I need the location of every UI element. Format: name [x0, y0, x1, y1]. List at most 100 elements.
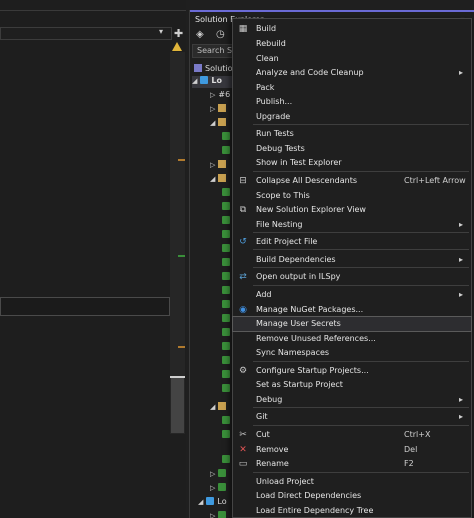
menu-item-sync-namespaces[interactable]: Sync Namespaces [233, 346, 471, 360]
tree-item[interactable]: ▷ #6 [210, 90, 230, 102]
menu-item-set-startup[interactable]: Set as Startup Project [233, 378, 471, 392]
menu-item-rebuild[interactable]: Rebuild [233, 37, 471, 51]
menu-item-debug-tests[interactable]: Debug Tests [233, 142, 471, 156]
tree-item[interactable]: ▷ [210, 511, 229, 518]
menu-item-clean[interactable]: Clean [233, 52, 471, 66]
menu-item-label: Git [256, 412, 268, 421]
menu-separator [253, 267, 469, 268]
menu-item-upgrade[interactable]: Upgrade [233, 110, 471, 124]
menu-item-label: Manage NuGet Packages... [256, 305, 364, 314]
menu-item-label: Pack [256, 83, 275, 92]
new-view-icon: ⧉ [239, 205, 247, 215]
menu-item-configure-startup[interactable]: ⚙ Configure Startup Projects... [233, 364, 471, 378]
menu-item-collapse-all[interactable]: ⊟ Collapse All Descendants Ctrl+Left Arr… [233, 174, 471, 188]
menu-item-pack[interactable]: Pack [233, 81, 471, 95]
chevron-down-icon[interactable]: ◢ [198, 498, 203, 506]
menu-separator [253, 425, 469, 426]
chevron-right-icon[interactable]: ▷ [210, 470, 215, 478]
menu-item-remove-unused-refs[interactable]: Remove Unused References... [233, 332, 471, 346]
cut-icon: ✂ [239, 430, 247, 440]
chevron-right-icon[interactable]: ▷ [210, 161, 215, 169]
chevron-down-icon[interactable]: ◢ [210, 403, 215, 411]
folder-icon [218, 402, 227, 410]
tree-item[interactable]: ◢ [210, 174, 229, 186]
csharp-file-icon [222, 356, 230, 364]
menu-item-debug[interactable]: Debug ▸ [233, 393, 471, 407]
scrollbar-thumb[interactable] [171, 378, 184, 433]
menu-item-manage-nuget[interactable]: ◉ Manage NuGet Packages... [233, 303, 471, 317]
menu-item-file-nesting[interactable]: File Nesting ▸ [233, 218, 471, 232]
menu-item-label: Rebuild [256, 39, 286, 48]
csharp-file-icon [218, 469, 227, 477]
menu-item-scope-to-this[interactable]: Scope to This [233, 189, 471, 203]
menu-item-label: Scope to This [256, 191, 310, 200]
gear-icon: ⚙ [238, 366, 248, 376]
menu-item-remove[interactable]: ✕ Remove Del [233, 443, 471, 457]
csharp-file-icon [222, 455, 230, 463]
csharp-file-icon [222, 272, 230, 280]
menu-item-label: Build [256, 24, 277, 33]
chevron-right-icon[interactable]: ▷ [210, 484, 215, 492]
tree-item[interactable]: ◢ [210, 402, 229, 414]
csharp-file-icon [222, 188, 230, 196]
menu-item-rename[interactable]: ▭ Rename F2 [233, 457, 471, 471]
csharp-file-icon [222, 430, 230, 438]
csharp-file-icon [222, 314, 230, 322]
menu-item-build[interactable]: ▦ Build [233, 22, 471, 36]
context-menu: ▦ Build Rebuild Clean Analyze and Code C… [232, 18, 472, 518]
menu-item-label: Analyze and Code Cleanup [256, 68, 364, 77]
menu-item-cut[interactable]: ✂ Cut Ctrl+X [233, 428, 471, 442]
menu-item-unload-project[interactable]: Unload Project [233, 475, 471, 489]
csharp-file-icon [218, 511, 227, 518]
menu-item-git[interactable]: Git ▸ [233, 410, 471, 424]
chevron-right-icon: ▸ [459, 220, 464, 229]
menu-item-publish[interactable]: Publish... [233, 95, 471, 109]
tree-item[interactable]: ▷ [210, 160, 229, 172]
chevron-right-icon[interactable]: ▷ [210, 512, 215, 518]
editor-field[interactable] [0, 297, 170, 316]
tree-item[interactable]: ▷ [210, 104, 229, 116]
menu-item-build-dependencies[interactable]: Build Dependencies ▸ [233, 253, 471, 267]
csharp-file-icon [222, 202, 230, 210]
tree-item[interactable]: ◢ [210, 118, 229, 130]
csharp-file-icon [222, 132, 230, 140]
menu-item-label: Cut [256, 430, 270, 439]
menu-item-label: Open output in ILSpy [256, 272, 341, 281]
menu-item-open-ilspy[interactable]: ⇄ Open output in ILSpy [233, 270, 471, 284]
menu-separator [253, 285, 469, 286]
folder-icon [218, 118, 227, 126]
chevron-right-icon: ▸ [459, 68, 464, 77]
chevron-down-icon[interactable]: ◢ [210, 119, 215, 127]
history-icon[interactable]: ◷ [216, 29, 225, 40]
tree-item[interactable]: ▷ [210, 483, 229, 495]
navigation-dropdown[interactable] [0, 27, 172, 40]
menu-item-run-tests[interactable]: Run Tests [233, 127, 471, 141]
csharp-file-icon [222, 370, 230, 378]
tree-item-project[interactable]: ◢ Lo [198, 497, 227, 509]
menu-item-add[interactable]: Add ▸ [233, 288, 471, 302]
menu-item-label: Sync Namespaces [256, 348, 330, 357]
csharp-file-icon [222, 146, 230, 154]
menu-item-new-view[interactable]: ⧉ New Solution Explorer View [233, 203, 471, 217]
menu-item-load-entire-deps[interactable]: Load Entire Dependency Tree [233, 504, 471, 518]
rename-icon: ▭ [238, 459, 248, 469]
menu-item-analyze[interactable]: Analyze and Code Cleanup ▸ [233, 66, 471, 80]
tree-item-project-selected[interactable]: ◢ Lo [192, 76, 232, 88]
editor-scrollbar[interactable] [170, 52, 185, 434]
chevron-right-icon[interactable]: ▷ [210, 105, 215, 113]
chevron-down-icon[interactable]: ◢ [192, 77, 197, 85]
plus-icon[interactable]: ✚ [174, 27, 183, 40]
vs-icon[interactable]: ◈ [196, 29, 204, 40]
tree-item[interactable]: ▷ [210, 469, 229, 481]
chevron-down-icon[interactable]: ▾ [159, 27, 163, 36]
menu-item-label: Remove Unused References... [256, 334, 376, 343]
menu-item-edit-project-file[interactable]: ↺ Edit Project File [233, 235, 471, 249]
menu-item-show-test-explorer[interactable]: Show in Test Explorer [233, 156, 471, 170]
folder-icon [218, 174, 227, 182]
menu-item-label: Remove [256, 445, 289, 454]
menu-item-manage-user-secrets[interactable]: Manage User Secrets [232, 316, 472, 332]
menu-item-label: File Nesting [256, 220, 303, 229]
chevron-right-icon[interactable]: ▷ [210, 91, 215, 99]
menu-item-load-direct-deps[interactable]: Load Direct Dependencies [233, 489, 471, 503]
chevron-down-icon[interactable]: ◢ [210, 175, 215, 183]
